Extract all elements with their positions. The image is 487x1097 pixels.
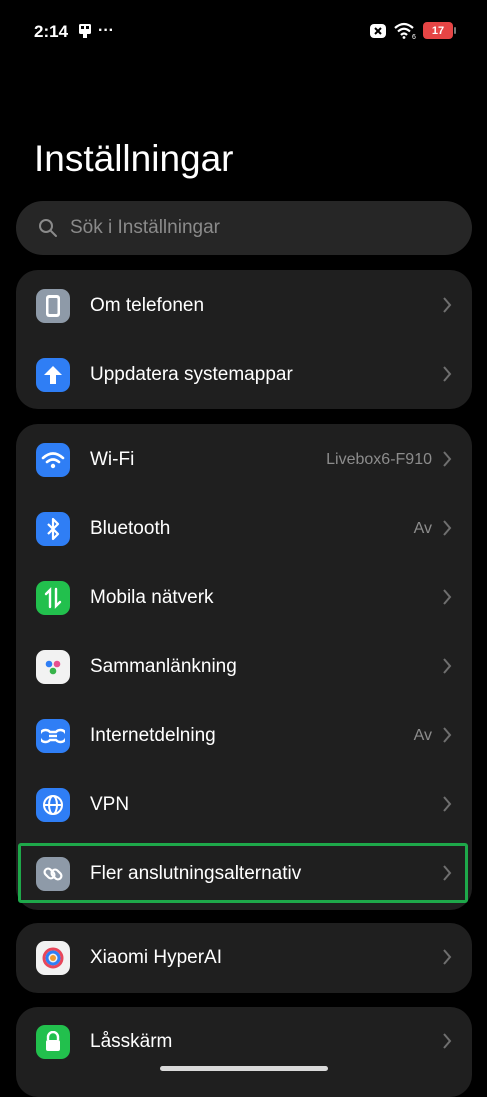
settings-item-hotspot[interactable]: Internetdelning Av: [16, 701, 472, 770]
status-right-icons: 6 17: [369, 22, 456, 39]
settings-item-label: Om telefonen: [90, 294, 205, 316]
chevron-right-icon: [443, 949, 452, 965]
chevron-right-icon: [443, 451, 452, 467]
settings-item-wifi[interactable]: Wi-Fi Livebox6-F910: [16, 425, 472, 494]
battery-level: 17: [431, 24, 445, 37]
hyperai-icon: [36, 940, 70, 975]
settings-item-label: VPN: [90, 793, 130, 815]
wifi-status-mark: 6: [412, 34, 416, 39]
settings-item-update-system-apps[interactable]: Uppdatera systemappar: [16, 340, 472, 409]
wifi-icon: [36, 442, 70, 477]
chevron-right-icon: [443, 658, 452, 674]
chevron-right-icon: [443, 727, 452, 743]
interconnect-icon: [36, 649, 70, 684]
settings-item-value: Av: [413, 519, 432, 537]
settings-item-label: Fler anslutningsalternativ: [90, 862, 302, 884]
settings-item-mobile-networks[interactable]: Mobila nätverk: [16, 563, 472, 632]
mobile-data-icon: [36, 580, 70, 615]
arrow-up-icon: [36, 357, 70, 392]
chevron-right-icon: [443, 297, 452, 313]
notification-icon: [79, 24, 91, 38]
chevron-right-icon: [443, 865, 452, 881]
chevron-right-icon: [443, 589, 452, 605]
bluetooth-icon: [36, 511, 70, 546]
settings-item-vpn[interactable]: VPN: [16, 770, 472, 839]
lock-icon: [36, 1024, 70, 1059]
settings-item-label: Uppdatera systemappar: [90, 363, 293, 385]
chevron-right-icon: [443, 520, 452, 536]
search-input[interactable]: Sök i Inställningar: [16, 201, 472, 255]
link-icon: [36, 856, 70, 891]
settings-item-label: Internetdelning: [90, 724, 216, 746]
settings-item-more-connection-options[interactable]: Fler anslutningsalternativ: [16, 839, 472, 908]
settings-item-about-phone[interactable]: Om telefonen: [16, 271, 472, 340]
chevron-right-icon: [443, 1033, 452, 1049]
home-indicator[interactable]: [160, 1066, 328, 1071]
settings-group-lock: Låsskärm: [16, 1007, 472, 1097]
hotspot-icon: [36, 718, 70, 753]
settings-group-connections: Wi-Fi Livebox6-F910 Bluetooth Av Mobila …: [16, 424, 472, 910]
status-bar: 2:14 ··· 6 17: [0, 0, 487, 62]
settings-item-label: Sammanlänkning: [90, 655, 237, 677]
settings-item-value: Livebox6-F910: [326, 450, 432, 468]
settings-item-bluetooth[interactable]: Bluetooth Av: [16, 494, 472, 563]
wifi-status-icon: 6: [394, 22, 416, 39]
globe-icon: [36, 787, 70, 822]
search-icon: [39, 219, 57, 237]
status-more-dots: ···: [98, 22, 114, 39]
settings-item-label: Xiaomi HyperAI: [90, 946, 222, 968]
status-time: 2:14: [34, 22, 69, 41]
settings-item-label: Låsskärm: [90, 1030, 173, 1052]
phone-icon: [36, 288, 70, 323]
status-left-icons: ···: [78, 22, 114, 40]
settings-group-ai: Xiaomi HyperAI: [16, 923, 472, 993]
settings-item-interconnect[interactable]: Sammanlänkning: [16, 632, 472, 701]
settings-item-label: Bluetooth: [90, 517, 171, 539]
chevron-right-icon: [443, 796, 452, 812]
search-placeholder: Sök i Inställningar: [70, 217, 220, 238]
settings-item-label: Mobila nätverk: [90, 586, 214, 608]
settings-item-value: Av: [413, 726, 432, 744]
settings-group-device: Om telefonen Uppdatera systemappar: [16, 270, 472, 409]
no-sim-icon: [370, 23, 386, 38]
page-title: Inställningar: [34, 138, 234, 179]
settings-item-xiaomi-hyperai[interactable]: Xiaomi HyperAI: [16, 923, 472, 992]
chevron-right-icon: [443, 366, 452, 382]
battery-indicator: 17: [423, 22, 456, 39]
settings-item-label: Wi-Fi: [90, 448, 135, 470]
